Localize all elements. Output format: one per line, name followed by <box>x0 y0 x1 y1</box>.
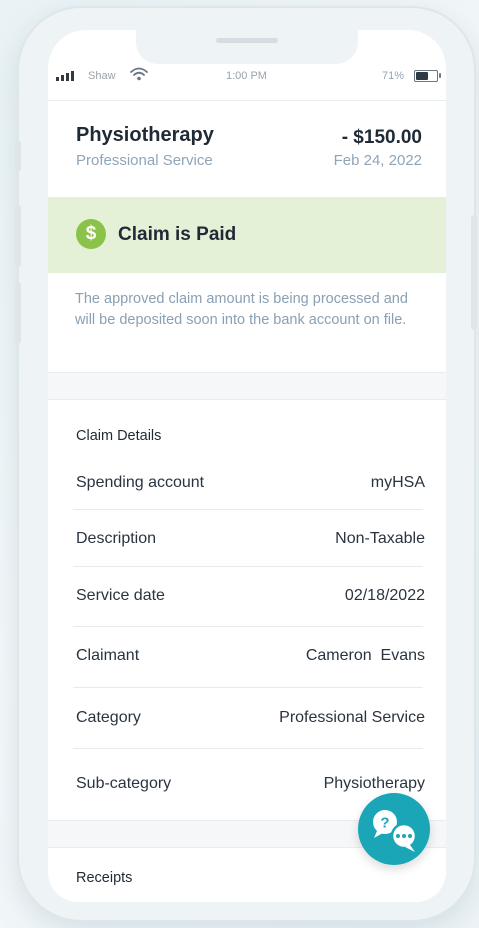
svg-text:?: ? <box>380 815 389 832</box>
row-divider <box>73 748 423 749</box>
detail-value: Physiotherapy <box>323 775 425 792</box>
claim-status-label: Claim is Paid <box>118 224 237 245</box>
phone-screen: Shaw 1:00 PM 71% Physiotherapy Professio… <box>48 30 446 902</box>
detail-label: Description <box>76 530 157 547</box>
row-divider <box>73 626 423 627</box>
detail-label: Category <box>76 709 141 726</box>
detail-row-service-date: Service date 02/18/2022 <box>73 587 425 617</box>
mute-switch <box>15 140 21 172</box>
row-divider <box>73 509 423 510</box>
receipts-title: Receipts <box>76 870 133 886</box>
speaker <box>216 38 278 43</box>
status-bar: Shaw 1:00 PM 71% <box>48 67 446 86</box>
detail-label: Sub-category <box>76 775 172 792</box>
detail-row-claimant: Claimant Cameron Evans <box>73 647 425 677</box>
detail-value: Cameron Evans <box>305 647 425 664</box>
volume-down-button <box>15 282 21 344</box>
battery-percent: 71% <box>382 70 405 82</box>
signal-icon <box>56 71 74 81</box>
power-button <box>471 215 477 330</box>
detail-label: Spending account <box>76 474 205 491</box>
wifi-icon <box>130 67 148 81</box>
detail-value: Non-Taxable <box>335 530 425 547</box>
claim-details-title: Claim Details <box>76 428 162 444</box>
claim-subtitle: Professional Service <box>76 152 213 169</box>
detail-label: Claimant <box>76 647 140 664</box>
detail-label: Service date <box>76 587 165 604</box>
detail-value: 02/18/2022 <box>344 587 425 604</box>
carrier-label: Shaw <box>88 70 116 82</box>
claim-date: Feb 24, 2022 <box>333 152 422 169</box>
clock: 1:00 PM <box>226 70 267 82</box>
battery-icon <box>414 70 441 82</box>
detail-row-description: Description Non-Taxable <box>73 530 425 560</box>
help-chat-icon: ? <box>373 810 418 852</box>
dollar-circle-icon: $ <box>76 219 106 249</box>
help-chat-button[interactable]: ? <box>358 793 430 865</box>
claim-status-message: The approved claim amount is being proce… <box>75 291 408 328</box>
detail-value: Professional Service <box>279 709 425 726</box>
detail-row-spending-account: Spending account myHSA <box>73 474 425 504</box>
claim-status-banner: $ Claim is Paid <box>48 197 446 273</box>
detail-row-category: Category Professional Service <box>73 709 425 739</box>
row-divider <box>73 687 423 688</box>
detail-value: myHSA <box>370 474 425 491</box>
claim-amount: - $150.00 <box>341 127 422 148</box>
row-divider <box>73 566 423 567</box>
divider <box>48 100 446 101</box>
volume-up-button <box>15 205 21 267</box>
notch <box>136 30 358 64</box>
claim-title: Physiotherapy <box>76 124 214 146</box>
section-separator <box>48 372 446 400</box>
